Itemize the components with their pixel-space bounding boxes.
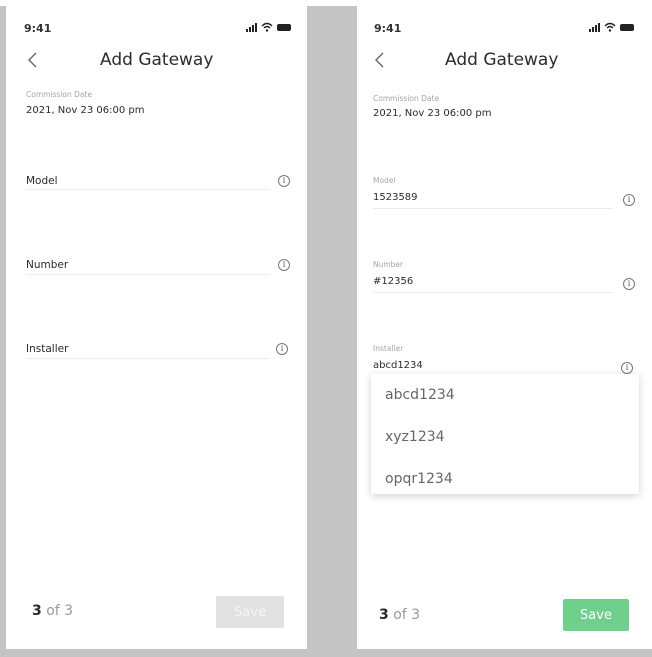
wifi-icon bbox=[604, 22, 616, 32]
model-input[interactable]: 1523589 bbox=[373, 192, 418, 203]
commission-date-value[interactable]: 2021, Nov 23 06:00 pm bbox=[26, 105, 145, 116]
signal-icon bbox=[246, 22, 257, 32]
model-input[interactable]: Model bbox=[26, 175, 58, 187]
number-label: Number bbox=[373, 260, 404, 269]
number-underline bbox=[26, 274, 270, 275]
status-time: 9:41 bbox=[374, 22, 402, 35]
save-button-disabled[interactable]: Save bbox=[216, 596, 284, 628]
installer-info-icon[interactable]: i bbox=[276, 343, 288, 355]
dropdown-option[interactable]: abcd1234 bbox=[385, 387, 455, 403]
model-info-icon[interactable]: i bbox=[278, 175, 290, 187]
installer-info-icon[interactable]: i bbox=[621, 362, 633, 374]
screen-filled-form: 9:41 Add Gateway Commission Date 2021, N… bbox=[357, 6, 652, 649]
status-icons bbox=[246, 20, 291, 32]
signal-icon bbox=[589, 22, 600, 32]
step-indicator: 3 of 3 bbox=[32, 603, 74, 619]
battery-icon bbox=[620, 24, 634, 31]
dropdown-option[interactable]: xyz1234 bbox=[385, 429, 445, 445]
installer-dropdown: abcd1234 xyz1234 opqr1234 bbox=[371, 374, 639, 494]
number-underline bbox=[373, 292, 613, 293]
installer-underline bbox=[26, 358, 270, 359]
installer-input[interactable]: Installer bbox=[26, 343, 68, 355]
number-input[interactable]: #12356 bbox=[373, 276, 413, 287]
wifi-icon bbox=[261, 22, 273, 32]
number-input[interactable]: Number bbox=[26, 259, 68, 271]
dropdown-option[interactable]: opqr1234 bbox=[385, 471, 453, 487]
commission-date-value[interactable]: 2021, Nov 23 06:00 pm bbox=[373, 108, 492, 119]
screen-empty-form: 9:41 Add Gateway Commission Date 2021, N… bbox=[6, 6, 307, 649]
model-underline bbox=[373, 208, 613, 209]
model-underline bbox=[26, 189, 270, 190]
commission-date-label: Commission Date bbox=[373, 94, 440, 103]
back-arrow-icon[interactable] bbox=[373, 50, 387, 70]
installer-label: Installer bbox=[373, 344, 404, 353]
save-button[interactable]: Save bbox=[563, 599, 629, 631]
back-arrow-icon[interactable] bbox=[26, 50, 40, 70]
battery-icon bbox=[277, 24, 291, 31]
status-icons bbox=[589, 20, 634, 32]
installer-input[interactable]: abcd1234 bbox=[373, 360, 423, 371]
model-info-icon[interactable]: i bbox=[623, 194, 635, 206]
page-title: Add Gateway bbox=[445, 50, 559, 70]
number-info-icon[interactable]: i bbox=[623, 278, 635, 290]
page-title: Add Gateway bbox=[100, 50, 214, 70]
model-label: Model bbox=[373, 176, 396, 185]
step-indicator: 3 of 3 bbox=[379, 607, 421, 623]
status-time: 9:41 bbox=[24, 22, 52, 35]
number-info-icon[interactable]: i bbox=[278, 259, 290, 271]
commission-date-label: Commission Date bbox=[26, 90, 93, 99]
